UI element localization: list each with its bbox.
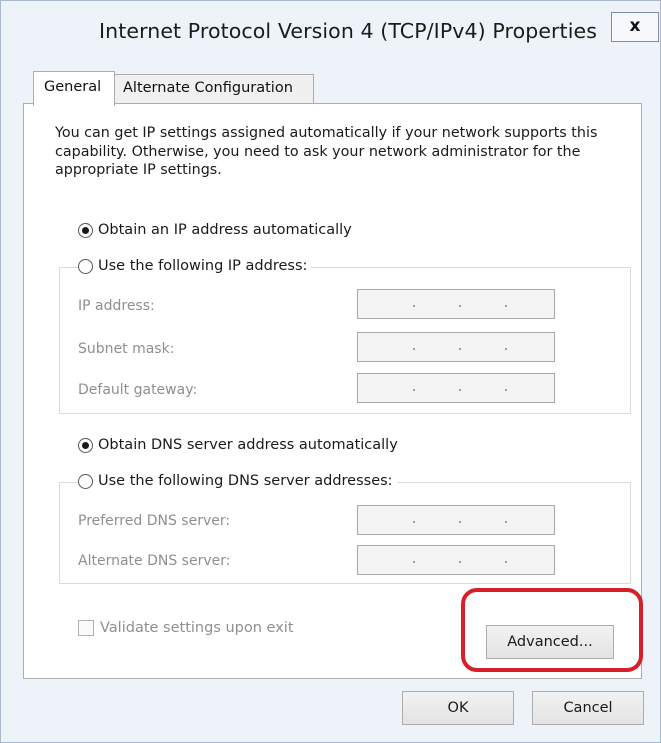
checkbox-icon <box>78 620 94 636</box>
alternate-dns-label: Alternate DNS server: <box>78 553 231 569</box>
radio-selected-icon <box>78 222 93 238</box>
obtain-ip-auto-label: Obtain an IP address automatically <box>98 222 352 238</box>
use-following-ip-label: Use the following IP address: <box>98 258 308 274</box>
default-gateway-label: Default gateway: <box>78 382 198 398</box>
validate-settings-label: Validate settings upon exit <box>100 620 294 636</box>
radio-unselected-icon <box>78 473 93 489</box>
tab-general[interactable]: General <box>33 71 115 106</box>
alternate-dns-input[interactable] <box>357 545 555 575</box>
tab-alternate-configuration[interactable]: Alternate Configuration <box>115 74 314 104</box>
use-following-dns-radio[interactable]: Use the following DNS server addresses: <box>78 473 397 489</box>
red-highlight-annotation <box>461 588 643 672</box>
subnet-mask-input[interactable] <box>357 332 555 362</box>
dialog-title: Internet Protocol Version 4 (TCP/IPv4) P… <box>98 19 597 43</box>
cancel-button[interactable]: Cancel <box>532 691 644 725</box>
ok-button[interactable]: OK <box>402 691 514 725</box>
use-following-ip-radio[interactable]: Use the following IP address: <box>78 258 312 274</box>
obtain-dns-auto-label: Obtain DNS server address automatically <box>98 437 398 453</box>
dns-server-group: Preferred DNS server: Alternate DNS serv… <box>59 482 631 584</box>
default-gateway-input[interactable] <box>357 373 555 403</box>
ip-address-label: IP address: <box>78 298 155 314</box>
obtain-ip-auto-radio[interactable]: Obtain an IP address automatically <box>78 222 356 238</box>
obtain-dns-auto-radio[interactable]: Obtain DNS server address automatically <box>78 437 402 453</box>
intro-text: You can get IP settings assigned automat… <box>55 125 598 178</box>
radio-selected-icon <box>78 437 93 453</box>
use-following-dns-label: Use the following DNS server addresses: <box>98 473 393 489</box>
ipv4-properties-dialog: Internet Protocol Version 4 (TCP/IPv4) P… <box>0 0 661 743</box>
subnet-mask-label: Subnet mask: <box>78 341 175 357</box>
radio-unselected-icon <box>78 258 93 274</box>
validate-settings-checkbox[interactable]: Validate settings upon exit <box>78 620 294 636</box>
close-icon: x <box>629 16 641 36</box>
preferred-dns-input[interactable] <box>357 505 555 535</box>
close-button[interactable]: x <box>611 12 659 42</box>
preferred-dns-label: Preferred DNS server: <box>78 513 231 529</box>
ip-address-group: IP address: Subnet mask: Default gateway… <box>59 267 631 414</box>
ip-address-input[interactable] <box>357 289 555 319</box>
title-bar: Internet Protocol Version 4 (TCP/IPv4) P… <box>1 1 660 65</box>
